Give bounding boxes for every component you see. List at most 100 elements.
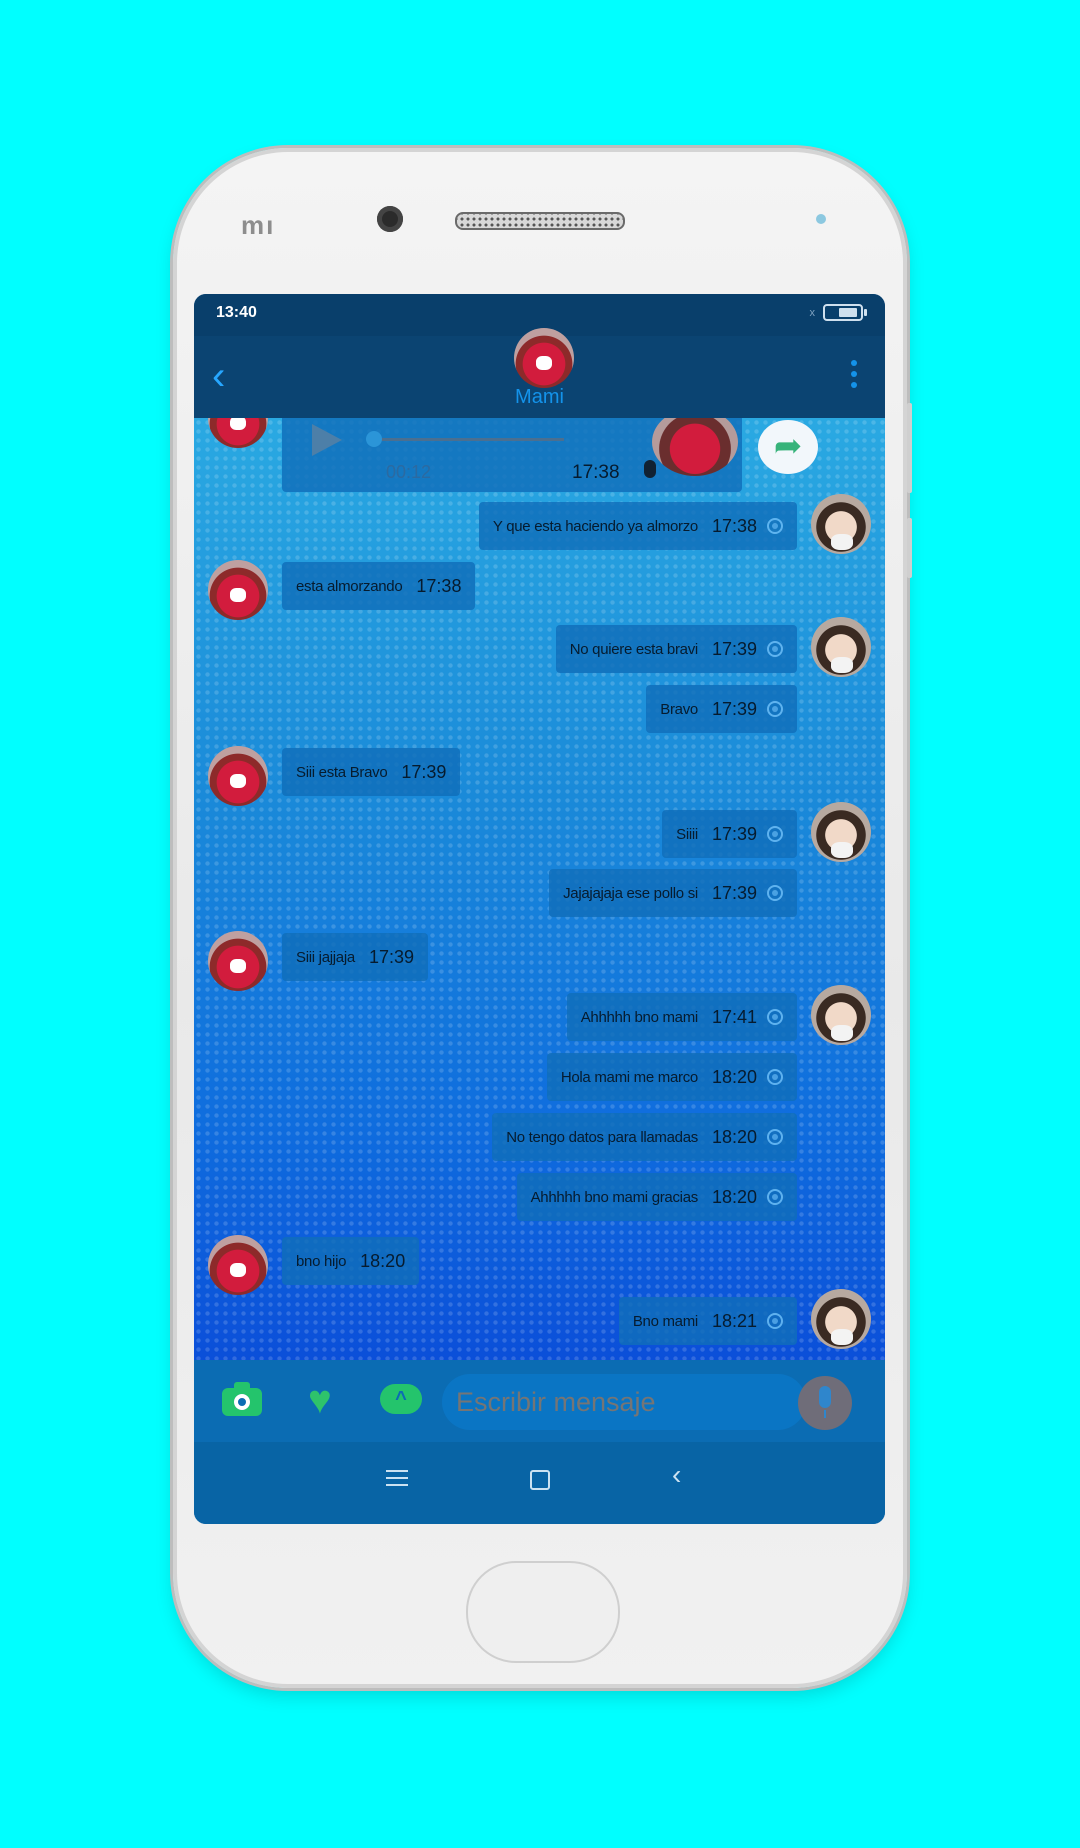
heart-icon[interactable]: ♥ — [308, 1380, 332, 1420]
message-text: Bravo — [660, 700, 698, 718]
message-time: 17:39 — [711, 823, 757, 844]
message-time: 17:39 — [711, 698, 757, 719]
read-receipt-icon — [767, 701, 783, 717]
read-receipt-icon — [767, 826, 783, 842]
phone-screen: 13:40 x ‹ Mami 00:12 17:38 ➦ Y que esta … — [194, 294, 885, 1524]
incoming-message-row: bno hijo 18:20 — [194, 1233, 885, 1295]
contact-name[interactable]: Mami — [194, 386, 885, 409]
read-receipt-icon — [767, 518, 783, 534]
outgoing-bubble[interactable]: Bravo 17:39 — [646, 685, 797, 733]
message-text: Y que esta haciendo ya almorzo — [492, 517, 698, 535]
message-time: 17:39 — [368, 946, 414, 967]
audio-duration: 00:12 — [386, 462, 432, 482]
audio-timestamp: 17:38 — [572, 462, 620, 483]
mom-avatar — [208, 931, 268, 991]
read-receipt-icon — [767, 1069, 783, 1085]
more-vert-icon[interactable] — [849, 360, 859, 394]
play-icon[interactable] — [312, 424, 342, 456]
read-receipt-icon — [767, 1313, 783, 1329]
volume-button — [907, 403, 912, 493]
my-avatar — [811, 985, 871, 1045]
message-text: Bno mami — [632, 1312, 698, 1330]
message-time: 17:39 — [401, 761, 447, 782]
incoming-message-row: esta almorzando 17:38 — [194, 558, 885, 620]
message-text: Ahhhhh bno mami gracias — [530, 1188, 699, 1206]
audio-message: 00:12 17:38 — [282, 418, 742, 492]
outgoing-message-row: Y que esta haciendo ya almorzo 17:38 — [194, 494, 885, 554]
my-avatar — [811, 494, 871, 554]
message-time: 17:38 — [711, 515, 757, 536]
forward-icon[interactable]: ➦ — [758, 420, 818, 474]
read-receipt-icon — [767, 641, 783, 657]
outgoing-message-row: Jajajajaja ese pollo si 17:39 — [194, 865, 885, 921]
incoming-message-row: Siii jajjaja 17:39 — [194, 929, 885, 991]
audio-progress-knob[interactable] — [366, 431, 382, 447]
chat-area[interactable]: 00:12 17:38 ➦ Y que esta haciendo ya alm… — [194, 418, 885, 1360]
signal-icon: x — [809, 307, 816, 319]
message-text: Siii esta Bravo — [296, 763, 388, 781]
proximity-sensor — [816, 214, 826, 224]
message-text: Jajajajaja ese pollo si — [563, 884, 698, 902]
read-receipt-icon — [767, 885, 783, 901]
outgoing-bubble[interactable]: Hola mami me marco 18:20 — [546, 1053, 797, 1101]
message-composer: ♥ ^ — [194, 1360, 885, 1442]
sticker-icon[interactable]: ^ — [380, 1384, 422, 1414]
outgoing-bubble[interactable]: Ahhhhh bno mami gracias 18:20 — [516, 1173, 797, 1221]
message-text: No tengo datos para llamadas — [506, 1128, 698, 1146]
home-button[interactable] — [466, 1561, 620, 1663]
contact-avatar[interactable] — [514, 328, 574, 388]
outgoing-bubble[interactable]: No quiere esta bravi 17:39 — [555, 625, 797, 673]
outgoing-bubble[interactable]: Ahhhhh bno mami 17:41 — [566, 993, 797, 1041]
outgoing-message-row: Bno mami 18:21 — [194, 1289, 885, 1349]
incoming-bubble[interactable]: bno hijo 18:20 — [282, 1237, 420, 1285]
incoming-bubble[interactable]: Siii jajjaja 17:39 — [282, 933, 428, 981]
nav-menu-icon[interactable] — [386, 1470, 408, 1488]
outgoing-message-row: Hola mami me marco 18:20 — [194, 1049, 885, 1105]
audio-progress-track[interactable] — [366, 431, 564, 447]
mom-avatar — [208, 418, 268, 448]
message-input[interactable] — [442, 1374, 806, 1430]
read-receipt-icon — [767, 1009, 783, 1025]
my-avatar — [811, 617, 871, 677]
mom-avatar — [208, 746, 268, 806]
outgoing-bubble[interactable]: Y que esta haciendo ya almorzo 17:38 — [478, 502, 797, 550]
incoming-bubble[interactable]: Siii esta Bravo 17:39 — [282, 748, 461, 796]
message-time: 17:38 — [416, 575, 462, 596]
message-text: Ahhhhh bno mami — [580, 1008, 699, 1026]
my-avatar — [811, 1289, 871, 1349]
my-avatar — [811, 802, 871, 862]
nav-back-icon[interactable]: ‹ — [672, 1460, 681, 1490]
mic-icon — [644, 460, 656, 478]
mic-button[interactable] — [798, 1376, 852, 1430]
nav-home-icon[interactable] — [530, 1470, 550, 1490]
message-time: 17:41 — [711, 1006, 757, 1027]
chat-header: ‹ Mami — [194, 328, 885, 418]
front-camera — [377, 206, 403, 232]
message-time: 18:20 — [711, 1126, 757, 1147]
mom-avatar — [208, 560, 268, 620]
message-time: 18:20 — [711, 1186, 757, 1207]
outgoing-bubble[interactable]: Bno mami 18:21 — [618, 1297, 797, 1345]
incoming-bubble[interactable]: esta almorzando 17:38 — [282, 562, 476, 610]
outgoing-bubble[interactable]: No tengo datos para llamadas 18:20 — [492, 1113, 797, 1161]
message-time: 17:39 — [711, 638, 757, 659]
outgoing-bubble[interactable]: Jajajajaja ese pollo si 17:39 — [549, 869, 797, 917]
message-time: 18:21 — [711, 1310, 757, 1331]
audio-message-row: 00:12 17:38 ➦ — [194, 418, 885, 492]
outgoing-message-row: Bravo 17:39 — [194, 681, 885, 737]
read-receipt-icon — [767, 1129, 783, 1145]
outgoing-message-row: Ahhhhh bno mami 17:41 — [194, 985, 885, 1045]
audio-sender-avatar — [652, 418, 738, 476]
power-button — [907, 518, 912, 578]
status-time: 13:40 — [216, 304, 257, 321]
camera-icon[interactable] — [222, 1382, 262, 1416]
outgoing-message-row: No tengo datos para llamadas 18:20 — [194, 1109, 885, 1165]
outgoing-bubble[interactable]: Siiii 17:39 — [662, 810, 797, 858]
navigation-bar: ‹ — [194, 1442, 885, 1524]
message-text: Siii jajjaja — [296, 948, 355, 966]
outgoing-message-row: No quiere esta bravi 17:39 — [194, 617, 885, 677]
brand-logo: mı — [241, 210, 276, 240]
message-text: Siiii — [676, 825, 698, 843]
message-time: 18:20 — [360, 1250, 406, 1271]
earpiece-speaker — [455, 212, 625, 230]
